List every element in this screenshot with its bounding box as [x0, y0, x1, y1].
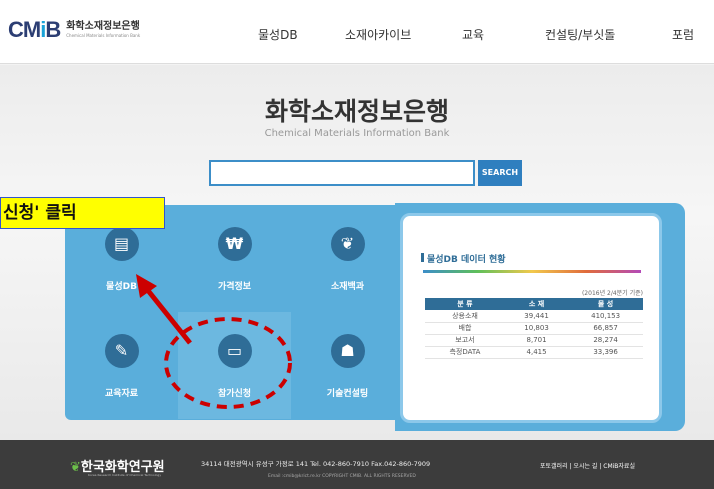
- column-header: 분 류: [425, 298, 505, 310]
- logo-mark: CMiB: [8, 17, 61, 42]
- menu-label: 물성DB: [106, 282, 137, 292]
- table-cell: 33,396: [568, 346, 643, 359]
- nav-item-material-archive[interactable]: 소재아카이브: [345, 26, 411, 43]
- menu-label: 가격정보: [217, 282, 252, 292]
- table-cell: 66,857: [568, 322, 643, 335]
- site-subtitle: Chemical Materials Information Bank: [264, 128, 450, 139]
- table-cell: 측정DATA: [425, 346, 505, 359]
- menu-label: 교육자료: [104, 389, 139, 399]
- database-icon: ▤: [104, 227, 139, 261]
- menu-label: 기술컨설팅: [326, 389, 369, 399]
- stats-table: 분 류 소 재 물 성 상용소재 39,441 410,153 배합 10,80…: [425, 298, 643, 359]
- footer-links[interactable]: 포토갤러리 | 오시는 길 | CMiB자료실: [540, 461, 635, 470]
- table-cell: 39,441: [504, 310, 569, 323]
- notebook-pen-icon: ✎: [104, 334, 139, 368]
- table-cell: 410,153: [568, 310, 643, 323]
- table-cell: 10,803: [504, 322, 569, 335]
- stats-title: 물성DB 데이터 현황: [421, 252, 506, 265]
- column-header: 물 성: [568, 298, 643, 310]
- table-cell: 8,701: [504, 334, 569, 347]
- logo-korean-name: 화학소재정보은행: [66, 21, 140, 32]
- monitor-icon: ▭: [217, 334, 252, 368]
- site-logo[interactable]: CMiB 화학소재정보은행 Chemical Materials Informa…: [8, 17, 140, 43]
- table-row: 상용소재 39,441 410,153: [425, 310, 643, 323]
- stats-note: (2016년 2/4분기 기준): [581, 290, 643, 297]
- menu-price-info[interactable]: ₩ 가격정보: [178, 205, 291, 312]
- won-icon: ₩: [217, 227, 252, 261]
- table-cell: 상용소재: [425, 310, 505, 323]
- leaf-logo-icon: ❦: [70, 460, 81, 475]
- menu-participation-application[interactable]: ▭ 참가신청: [178, 312, 291, 419]
- footer-email: Email :cmib@krict.re.kr COPYRIGHT CMIB. …: [268, 474, 416, 479]
- table-cell: 보고서: [425, 334, 505, 347]
- nav-item-education[interactable]: 교육: [462, 26, 484, 43]
- logo-english-name: Chemical Materials Information Bank: [66, 33, 141, 38]
- instruction-callout: 신청' 클릭: [0, 197, 165, 229]
- table-cell: 배합: [425, 322, 505, 335]
- table-cell: 4,415: [504, 346, 569, 359]
- quick-menu-panel: ▤ 물성DB ₩ 가격정보 ❦ 소재백과 ✎ 교육자료 ▭ 참가신청 ☗ 기술컨…: [65, 205, 405, 420]
- search-button[interactable]: SEARCH: [478, 160, 522, 186]
- table-row: 배합 10,803 66,857: [425, 322, 643, 335]
- table-cell: 28,274: [568, 334, 643, 347]
- nav-item-consulting[interactable]: 컨설팅/부싯돌: [545, 26, 615, 43]
- footer-address: 34114 대전광역시 유성구 가정로 141 Tel. 042-860-791…: [201, 460, 431, 468]
- nav-item-property-db[interactable]: 물성DB: [258, 26, 298, 43]
- nav-item-forum[interactable]: 포럼: [672, 26, 694, 43]
- stats-divider: [423, 270, 641, 273]
- stats-card: 물성DB 데이터 현황 (2016년 2/4분기 기준) 분 류 소 재 물 성…: [400, 213, 662, 423]
- site-title: 화학소재정보은행: [264, 97, 449, 126]
- presentation-icon: ☗: [330, 334, 365, 368]
- menu-tech-consulting[interactable]: ☗ 기술컨설팅: [291, 312, 404, 419]
- table-row: 측정DATA 4,415 33,396: [425, 346, 643, 359]
- menu-material-encyclopedia[interactable]: ❦ 소재백과: [291, 205, 404, 312]
- search-input[interactable]: [209, 160, 475, 186]
- table-row: 보고서 8,701 28,274: [425, 334, 643, 347]
- menu-label: 소재백과: [330, 282, 365, 292]
- menu-label: 참가신청: [217, 389, 252, 399]
- menu-education-material[interactable]: ✎ 교육자료: [65, 312, 178, 419]
- book-sprout-icon: ❦: [330, 227, 365, 261]
- column-header: 소 재: [504, 298, 569, 310]
- table-header-row: 분 류 소 재 물 성: [425, 298, 643, 310]
- footer-org-english: Korea Research Institute of Chemical Tec…: [88, 473, 162, 477]
- site-header: CMiB 화학소재정보은행 Chemical Materials Informa…: [0, 0, 714, 64]
